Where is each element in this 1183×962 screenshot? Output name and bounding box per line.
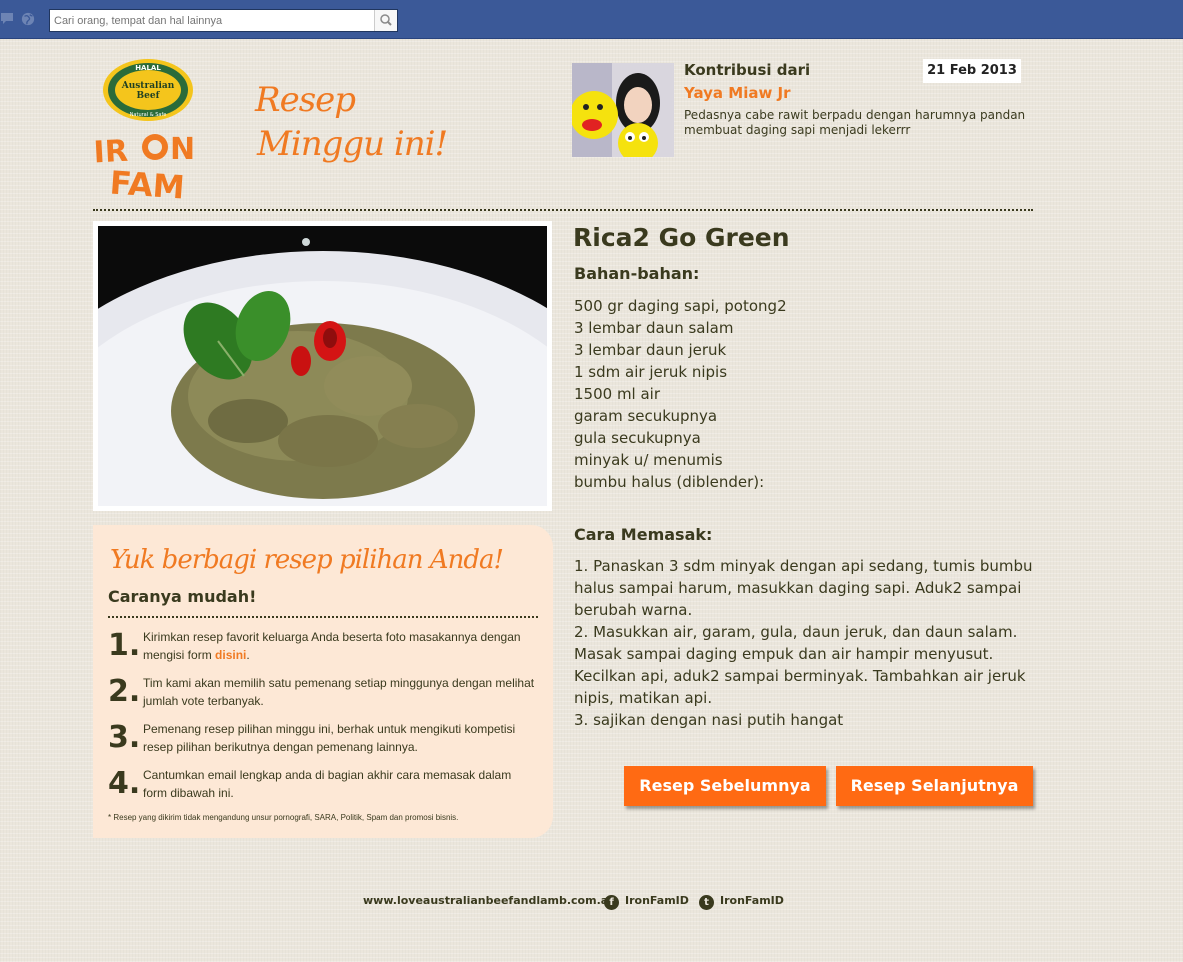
contributor-description: Pedasnya cabe rawit berpadu dengan harum… xyxy=(684,108,1026,137)
step-number: 2. xyxy=(108,674,141,709)
facebook-handle: IronFamID xyxy=(625,894,689,907)
svg-text:Australian: Australian xyxy=(121,81,175,91)
page-title: Resep Minggu ini! xyxy=(255,78,455,166)
ingredient-item: 3 lembar daun salam xyxy=(574,319,734,337)
search-input[interactable] xyxy=(54,12,372,29)
ingredient-item: minyak u/ menumis xyxy=(574,451,723,469)
share-recipe-panel: Yuk berbagi resep pilihan Anda! Caranya … xyxy=(93,525,553,838)
title-line-1: Resep xyxy=(255,80,356,120)
previous-recipe-button[interactable]: Resep Sebelumnya xyxy=(624,766,826,806)
messages-icon[interactable] xyxy=(0,12,16,26)
date-badge: 21 Feb 2013 xyxy=(923,59,1021,83)
method-step: 1. Panaskan 3 sdm minyak dengan api seda… xyxy=(574,557,1033,619)
halal-australian-beef-logo: HALAL Australian Beef Natural & Safe xyxy=(103,59,193,121)
svg-text:Beef: Beef xyxy=(137,91,161,101)
method-list: 1. Panaskan 3 sdm minyak dengan api seda… xyxy=(574,555,1034,731)
ingredient-item: 3 lembar daun jeruk xyxy=(574,341,727,359)
facebook-icon: f xyxy=(604,895,619,910)
share-disclaimer: * Resep yang dikirim tidak mengandung un… xyxy=(108,813,459,822)
step-number: 4. xyxy=(108,766,141,801)
step-text: Tim kami akan memilih satu pemenang seti… xyxy=(143,676,535,708)
step-text: Kirimkan resep favorit keluarga Anda bes… xyxy=(143,628,538,664)
share-subtitle: Caranya mudah! xyxy=(108,587,257,606)
twitter-handle: IronFamID xyxy=(720,894,784,907)
step-text-end: . xyxy=(246,648,250,662)
step-number: 1. xyxy=(108,628,141,663)
footer-twitter-link[interactable]: t IronFamID xyxy=(699,894,784,910)
recipe-photo-frame xyxy=(93,221,552,511)
contributor-label: Kontribusi dari xyxy=(684,61,811,79)
header-divider xyxy=(93,209,1033,211)
ingredient-item: 1500 ml air xyxy=(574,385,661,403)
ingredient-item: bumbu halus (diblender): xyxy=(574,473,765,491)
method-step: 3. sajikan dengan nasi putih hangat xyxy=(574,711,844,729)
ingredient-item: gula secukupnya xyxy=(574,429,701,447)
iron-fam-logo: IR N FAM xyxy=(93,132,195,200)
step-text: Pemenang resep pilihan minggu ini, berha… xyxy=(143,722,516,754)
ingredient-item: 500 gr daging sapi, potong2 xyxy=(574,297,787,315)
contributor-name[interactable]: Yaya Miaw Jr xyxy=(684,84,791,102)
svg-text:N: N xyxy=(170,132,195,167)
top-navigation-bar xyxy=(0,0,1183,39)
form-link[interactable]: disini xyxy=(215,648,246,662)
ingredient-item: 1 sdm air jeruk nipis xyxy=(574,363,728,381)
footer-facebook-link[interactable]: f IronFamID xyxy=(604,894,689,910)
step-text: Cantumkan email lengkap anda di bagian a… xyxy=(143,768,512,800)
footer-website-link[interactable]: www.loveaustralianbeefandlamb.com.au xyxy=(363,894,616,907)
method-step: 2. Masukkan air, garam, gula, daun jeruk… xyxy=(574,623,1026,707)
ingredients-list: 500 gr daging sapi, potong2 3 lembar dau… xyxy=(574,295,787,493)
contributor-avatar[interactable] xyxy=(572,63,674,157)
search-icon xyxy=(380,14,392,26)
next-recipe-button[interactable]: Resep Selanjutnya xyxy=(836,766,1033,806)
step-number: 3. xyxy=(108,720,141,755)
search-box xyxy=(49,9,398,32)
ingredient-item: garam secukupnya xyxy=(574,407,718,425)
share-divider xyxy=(108,616,538,618)
twitter-icon: t xyxy=(699,895,714,910)
share-title: Yuk berbagi resep pilihan Anda! xyxy=(110,545,504,575)
svg-text:FAM: FAM xyxy=(109,163,186,200)
search-button[interactable] xyxy=(374,10,397,31)
recipe-photo xyxy=(98,226,547,506)
method-heading: Cara Memasak: xyxy=(574,525,713,544)
recipe-title: Rica2 Go Green xyxy=(573,223,790,252)
notifications-globe-icon[interactable] xyxy=(20,12,36,26)
step-text-main: Kirimkan resep favorit keluarga Anda bes… xyxy=(143,630,521,662)
ingredients-heading: Bahan-bahan: xyxy=(574,264,700,283)
svg-text:HALAL: HALAL xyxy=(135,64,161,72)
svg-text:Natural & Safe: Natural & Safe xyxy=(130,112,167,118)
title-line-2: Minggu ini! xyxy=(257,124,448,164)
